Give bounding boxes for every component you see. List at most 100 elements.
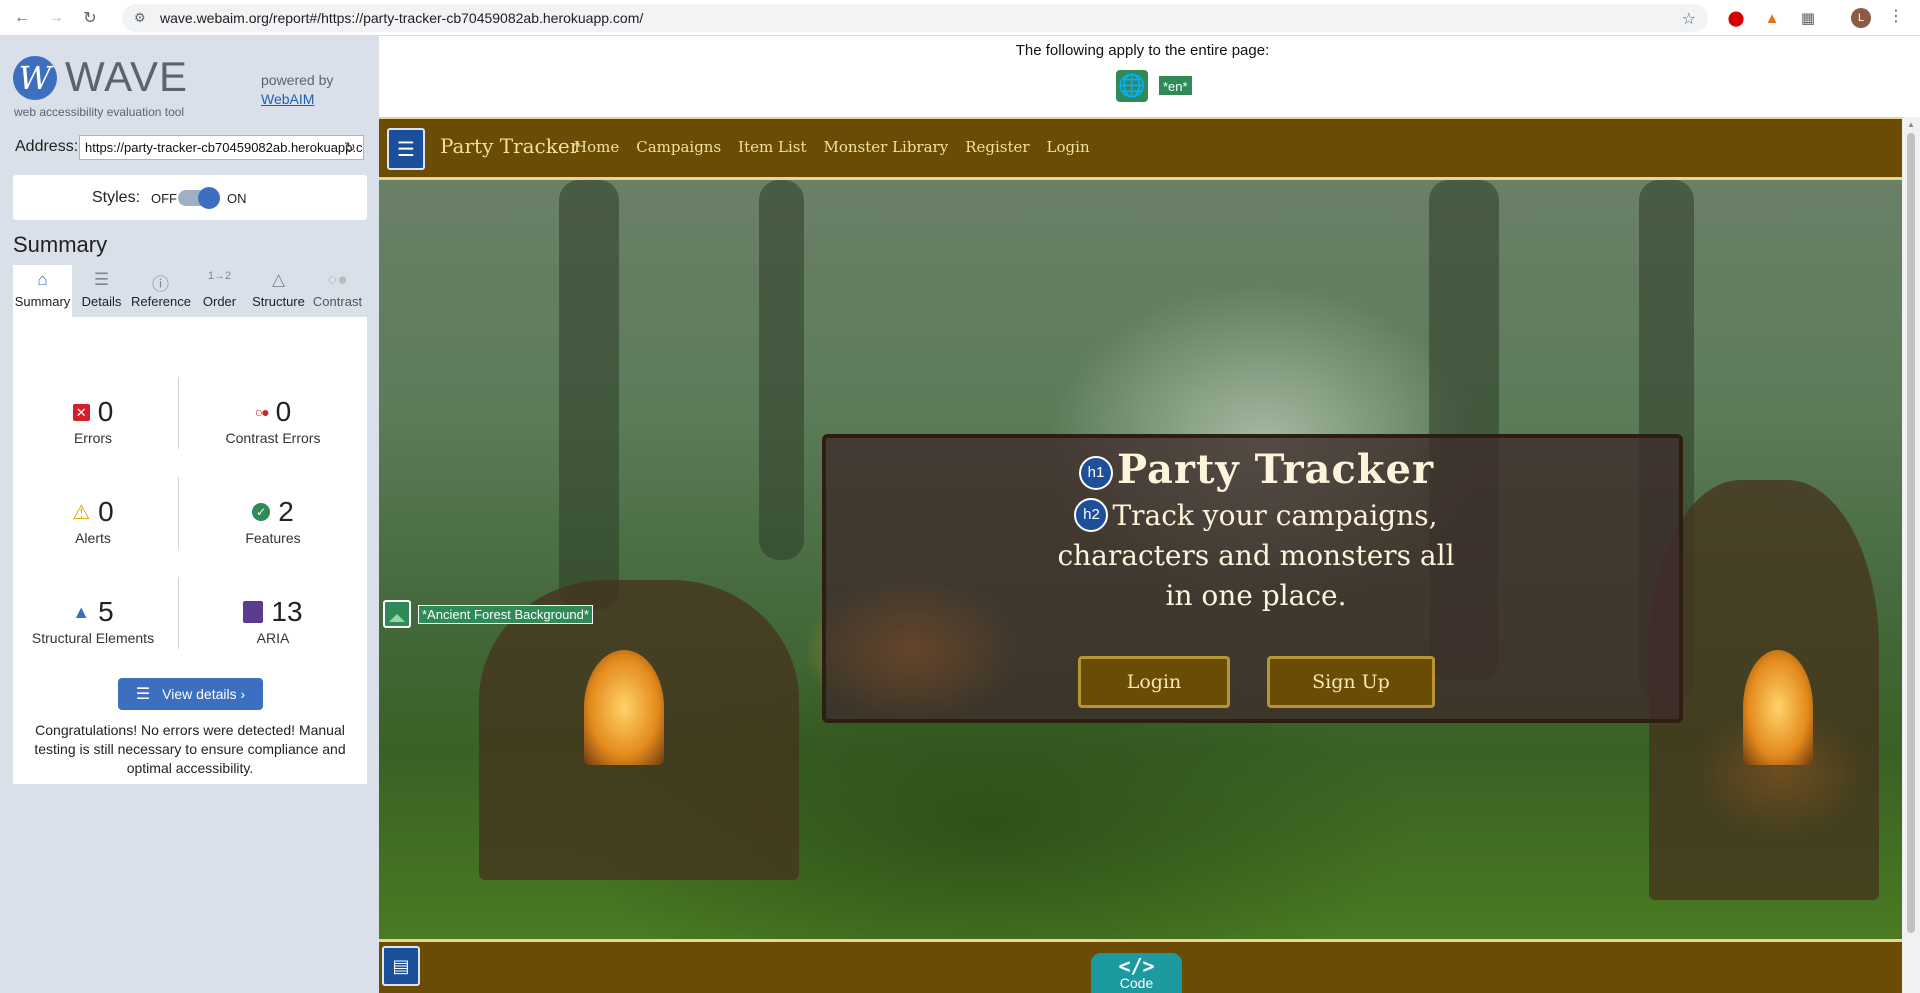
- alerts-count: 0: [98, 496, 114, 527]
- hero-subtitle: Track your campaigns, characters and mon…: [1057, 499, 1455, 612]
- hero-subtitle-block: h2 Track your campaigns, characters and m…: [1056, 496, 1456, 616]
- tab-structure[interactable]: △ Structure: [249, 265, 308, 317]
- order-icon: 1→2: [207, 270, 232, 282]
- structure-icon: △: [271, 270, 286, 289]
- extension-orange-icon[interactable]: ▲: [1762, 8, 1782, 28]
- tab-label: Structure: [252, 294, 305, 309]
- errors-count: 0: [97, 396, 114, 427]
- site-nav-links: Home Campaigns Item List Monster Library…: [574, 138, 1090, 156]
- features-label: Features: [245, 530, 301, 546]
- stat-aria[interactable]: 13 ARIA: [193, 595, 353, 646]
- nav-login[interactable]: Login: [1047, 138, 1090, 156]
- wave-logo-icon: W: [13, 56, 57, 100]
- divider: [178, 477, 179, 549]
- h2-marker-icon[interactable]: h2: [1074, 497, 1109, 532]
- forward-icon[interactable]: →: [44, 6, 68, 30]
- list-icon: ☰: [93, 270, 110, 289]
- aria-count: 13: [271, 596, 303, 627]
- styles-off-label: OFF: [151, 191, 177, 206]
- refresh-report-icon[interactable]: ↻: [344, 139, 356, 156]
- page-level-note: The following apply to the entire page:: [1015, 42, 1270, 59]
- divider: [178, 577, 179, 649]
- back-icon[interactable]: ←: [10, 6, 34, 30]
- contrast-icon: ○●: [327, 270, 348, 289]
- aria-label: ARIA: [256, 630, 290, 646]
- summary-heading: Summary: [13, 232, 108, 257]
- tab-details[interactable]: ☰ Details: [72, 265, 131, 317]
- tab-reference[interactable]: ⓘ Reference: [131, 265, 191, 317]
- language-globe-icon[interactable]: 🌐: [1116, 70, 1148, 102]
- toggle-knob[interactable]: [198, 187, 220, 209]
- glowing-window: [1743, 650, 1813, 765]
- tab-order[interactable]: 1→2 Order: [190, 265, 249, 317]
- address-bar[interactable]: ⚙ wave.webaim.org/report#/https://party-…: [122, 4, 1708, 32]
- extensions-puzzle-icon[interactable]: ▦: [1798, 8, 1818, 28]
- hero-background: *Ancient Forest Background* h1 Party Trac…: [379, 180, 1902, 939]
- footer-marker-icon[interactable]: ▤: [382, 946, 420, 986]
- image-alt-tag: *Ancient Forest Background*: [418, 605, 593, 624]
- structural-label: Structural Elements: [31, 630, 155, 646]
- hero-login-button[interactable]: Login: [1078, 656, 1230, 708]
- nav-monster-library[interactable]: Monster Library: [823, 138, 948, 156]
- code-toggle-button[interactable]: </> Code: [1091, 953, 1182, 993]
- extension-red-icon[interactable]: ⬤: [1726, 8, 1746, 28]
- stat-structural[interactable]: ▲ 5 Structural Elements: [13, 595, 173, 646]
- wave-tagline: web accessibility evaluation tool: [14, 105, 185, 119]
- site-brand[interactable]: Party Tracker: [440, 134, 579, 158]
- contrast-errors-count: 0: [275, 396, 292, 427]
- contrast-error-icon: ○●: [254, 404, 270, 420]
- bookmark-star-icon[interactable]: ☆: [1682, 9, 1696, 29]
- address-input[interactable]: https://party-tracker-cb70459082ab.herok…: [79, 135, 364, 160]
- report-area: The following apply to the entire page: …: [379, 36, 1920, 993]
- styles-toggle-panel: Styles: OFF ON: [13, 175, 367, 220]
- image-alt-icon[interactable]: [383, 600, 411, 628]
- url-text[interactable]: wave.webaim.org/report#/https://party-tr…: [160, 10, 643, 26]
- info-icon: ⓘ: [152, 275, 169, 294]
- styles-toggle[interactable]: [178, 187, 220, 209]
- evaluated-page: ☰ Party Tracker Home Campaigns Item List…: [379, 117, 1902, 993]
- home-icon: ⌂: [37, 270, 48, 289]
- reload-icon[interactable]: ↻: [78, 6, 102, 30]
- nav-campaigns[interactable]: Campaigns: [636, 138, 721, 156]
- wave-sidebar: W WAVE web accessibility evaluation tool…: [0, 36, 379, 993]
- page-scrollbar[interactable]: ▲: [1902, 117, 1920, 993]
- h1-marker-icon[interactable]: h1: [1078, 455, 1113, 490]
- styles-label: Styles:: [92, 189, 141, 206]
- stat-alerts[interactable]: ⚠ 0 Alerts: [13, 495, 173, 546]
- tab-label: Reference: [131, 294, 191, 309]
- address-label: Address:: [15, 138, 79, 155]
- scrollbar-thumb[interactable]: [1907, 133, 1915, 933]
- view-details-label: View details ›: [162, 686, 246, 702]
- error-icon: ✕: [72, 403, 90, 421]
- view-details-button[interactable]: ☰ View details ›: [118, 678, 263, 710]
- scroll-up-icon[interactable]: ▲: [1907, 120, 1915, 129]
- tree-trunk: [559, 180, 619, 610]
- tab-label: Details: [81, 294, 122, 309]
- profile-avatar[interactable]: L: [1851, 8, 1871, 28]
- feature-check-icon: ✓: [252, 503, 271, 521]
- browser-menu-icon[interactable]: ⋮: [1888, 6, 1904, 26]
- aria-icon: [243, 601, 264, 623]
- powered-by: powered by WebAIM: [261, 71, 333, 109]
- hero-signup-button[interactable]: Sign Up: [1267, 656, 1435, 708]
- nav-register[interactable]: Register: [965, 138, 1029, 156]
- list-icon: ☰: [135, 686, 151, 703]
- tree-trunk: [759, 180, 804, 560]
- tab-contrast[interactable]: ○● Contrast: [308, 265, 367, 317]
- nav-item-list[interactable]: Item List: [738, 138, 806, 156]
- hero-card: h1 Party Tracker h2 Track your campaigns, …: [822, 434, 1683, 723]
- language-tag: *en*: [1158, 75, 1193, 96]
- code-label: Code: [1119, 975, 1154, 991]
- errors-label: Errors: [73, 430, 113, 446]
- menu-marker-icon[interactable]: ☰: [387, 128, 425, 170]
- summary-panel: ✕ 0 Errors ○● 0 Contrast Errors ⚠ 0 Alerts …: [13, 317, 367, 784]
- nav-home[interactable]: Home: [574, 138, 619, 156]
- stat-errors[interactable]: ✕ 0 Errors: [13, 395, 173, 446]
- stat-contrast-errors[interactable]: ○● 0 Contrast Errors: [193, 395, 353, 446]
- tab-summary[interactable]: ⌂ Summary: [13, 265, 72, 317]
- webaim-link[interactable]: WebAIM: [261, 90, 333, 109]
- site-navbar: ☰ Party Tracker Home Campaigns Item List…: [379, 117, 1902, 180]
- structure-icon: ▲: [72, 601, 91, 622]
- stat-features[interactable]: ✓ 2 Features: [193, 495, 353, 546]
- site-info-icon[interactable]: ⚙: [134, 10, 150, 26]
